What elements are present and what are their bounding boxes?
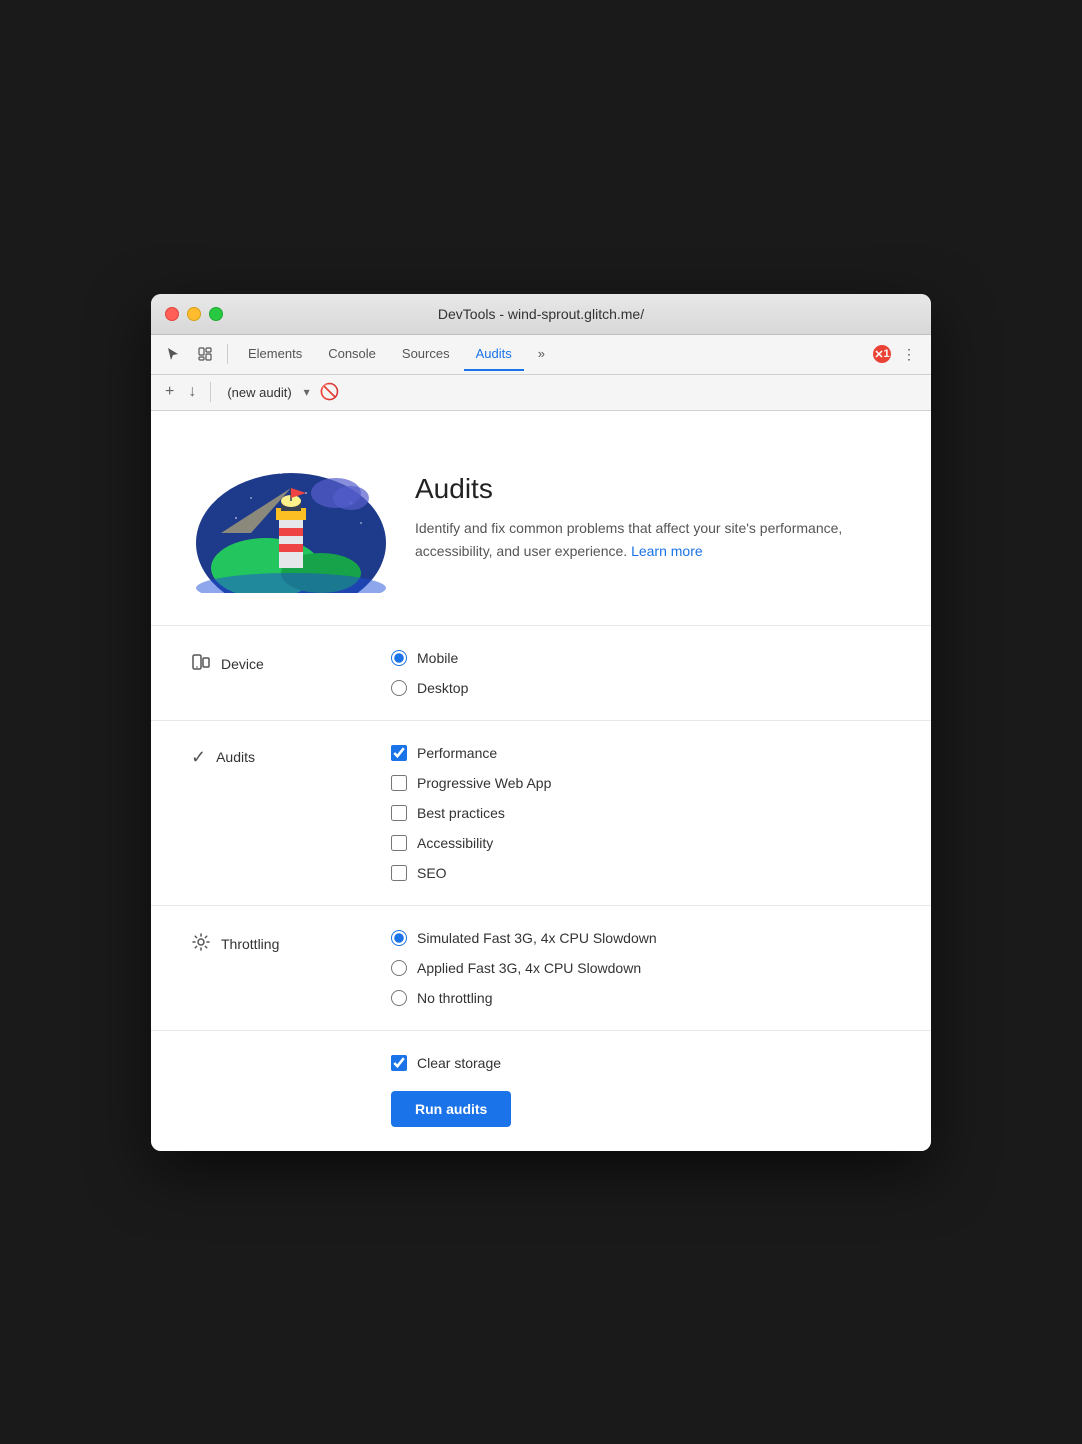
window-title: DevTools - wind-sprout.glitch.me/ <box>438 306 644 322</box>
audit-performance-label: Performance <box>417 745 497 761</box>
main-content: Audits Identify and fix common problems … <box>151 411 931 1151</box>
throttling-none-label: No throttling <box>417 990 492 1006</box>
error-badge[interactable]: ✕ 1 <box>873 345 891 363</box>
audit-best-practices-checkbox[interactable] <box>391 805 407 821</box>
gear-icon <box>191 932 211 957</box>
checkmark-icon: ✓ <box>191 747 206 768</box>
device-section: Device Mobile Desktop <box>151 626 931 721</box>
device-label: Device <box>191 650 351 677</box>
download-button[interactable]: ↓ <box>184 379 200 405</box>
tab-audits[interactable]: Audits <box>464 338 524 371</box>
throttling-none-option[interactable]: No throttling <box>391 990 657 1006</box>
maximize-button[interactable] <box>209 307 223 321</box>
hero-section: Audits Identify and fix common problems … <box>151 411 931 626</box>
lighthouse-illustration <box>191 443 391 593</box>
throttling-none-radio[interactable] <box>391 990 407 1006</box>
throttling-applied-option[interactable]: Applied Fast 3G, 4x CPU Slowdown <box>391 960 657 976</box>
audit-name[interactable]: (new audit) <box>221 382 297 403</box>
audit-toolbar: + ↓ (new audit) ▾ 🚫 <box>151 375 931 411</box>
learn-more-link[interactable]: Learn more <box>631 543 703 559</box>
inspect-icon[interactable] <box>191 340 219 368</box>
toolbar-right: ✕ 1 ⋮ <box>873 340 923 368</box>
throttling-options: Simulated Fast 3G, 4x CPU Slowdown Appli… <box>391 930 657 1006</box>
audit-pwa-label: Progressive Web App <box>417 775 551 791</box>
device-mobile-option[interactable]: Mobile <box>391 650 468 666</box>
tab-elements[interactable]: Elements <box>236 338 314 371</box>
device-desktop-label: Desktop <box>417 680 468 696</box>
throttling-simulated-option[interactable]: Simulated Fast 3G, 4x CPU Slowdown <box>391 930 657 946</box>
audit-seo-checkbox[interactable] <box>391 865 407 881</box>
more-menu-button[interactable]: ⋮ <box>895 340 923 368</box>
audits-label: ✓ Audits <box>191 745 351 768</box>
audit-pwa-checkbox[interactable] <box>391 775 407 791</box>
tab-sources[interactable]: Sources <box>390 338 462 371</box>
hero-description: Identify and fix common problems that af… <box>415 517 891 562</box>
device-mobile-radio[interactable] <box>391 650 407 666</box>
device-desktop-radio[interactable] <box>391 680 407 696</box>
hero-title: Audits <box>415 473 891 505</box>
bottom-section: Clear storage Run audits <box>351 1031 931 1151</box>
device-icon <box>191 652 211 677</box>
audit-seo-label: SEO <box>417 865 447 881</box>
device-desktop-option[interactable]: Desktop <box>391 680 468 696</box>
throttling-simulated-radio[interactable] <box>391 930 407 946</box>
tab-more[interactable]: » <box>526 338 557 371</box>
close-button[interactable] <box>165 307 179 321</box>
run-audits-button[interactable]: Run audits <box>391 1091 511 1127</box>
audit-performance-option[interactable]: Performance <box>391 745 551 761</box>
add-audit-button[interactable]: + <box>161 379 178 405</box>
dropdown-arrow-icon[interactable]: ▾ <box>304 385 310 399</box>
tab-console[interactable]: Console <box>316 338 388 371</box>
throttling-simulated-label: Simulated Fast 3G, 4x CPU Slowdown <box>417 930 657 946</box>
devtools-window: DevTools - wind-sprout.glitch.me/ Elemen… <box>151 294 931 1151</box>
tab-list: Elements Console Sources Audits » <box>236 338 869 371</box>
clear-storage-label: Clear storage <box>417 1055 501 1071</box>
audit-seo-option[interactable]: SEO <box>391 865 551 881</box>
throttling-label: Throttling <box>191 930 351 957</box>
cursor-icon[interactable] <box>159 340 187 368</box>
error-icon: ✕ <box>874 348 883 361</box>
device-mobile-label: Mobile <box>417 650 458 666</box>
hero-text: Audits Identify and fix common problems … <box>415 473 891 562</box>
audit-accessibility-checkbox[interactable] <box>391 835 407 851</box>
throttling-applied-label: Applied Fast 3G, 4x CPU Slowdown <box>417 960 641 976</box>
error-count: 1 <box>884 348 890 360</box>
minimize-button[interactable] <box>187 307 201 321</box>
toolbar-divider <box>227 344 228 364</box>
titlebar: DevTools - wind-sprout.glitch.me/ <box>151 294 931 335</box>
traffic-lights <box>165 307 223 321</box>
audits-options: Performance Progressive Web App Best pra… <box>391 745 551 881</box>
audit-best-practices-option[interactable]: Best practices <box>391 805 551 821</box>
audit-accessibility-option[interactable]: Accessibility <box>391 835 551 851</box>
device-options: Mobile Desktop <box>391 650 468 696</box>
audit-performance-checkbox[interactable] <box>391 745 407 761</box>
audit-best-practices-label: Best practices <box>417 805 505 821</box>
clear-storage-checkbox[interactable] <box>391 1055 407 1071</box>
audit-accessibility-label: Accessibility <box>417 835 493 851</box>
audit-pwa-option[interactable]: Progressive Web App <box>391 775 551 791</box>
throttling-applied-radio[interactable] <box>391 960 407 976</box>
delete-audit-button[interactable]: 🚫 <box>316 378 344 406</box>
clear-storage-option[interactable]: Clear storage <box>391 1055 891 1071</box>
throttling-section: Throttling Simulated Fast 3G, 4x CPU Slo… <box>151 906 931 1031</box>
audits-section: ✓ Audits Performance Progressive Web App… <box>151 721 931 906</box>
toolbar2-divider <box>210 382 211 402</box>
main-toolbar: Elements Console Sources Audits » ✕ 1 ⋮ <box>151 335 931 375</box>
